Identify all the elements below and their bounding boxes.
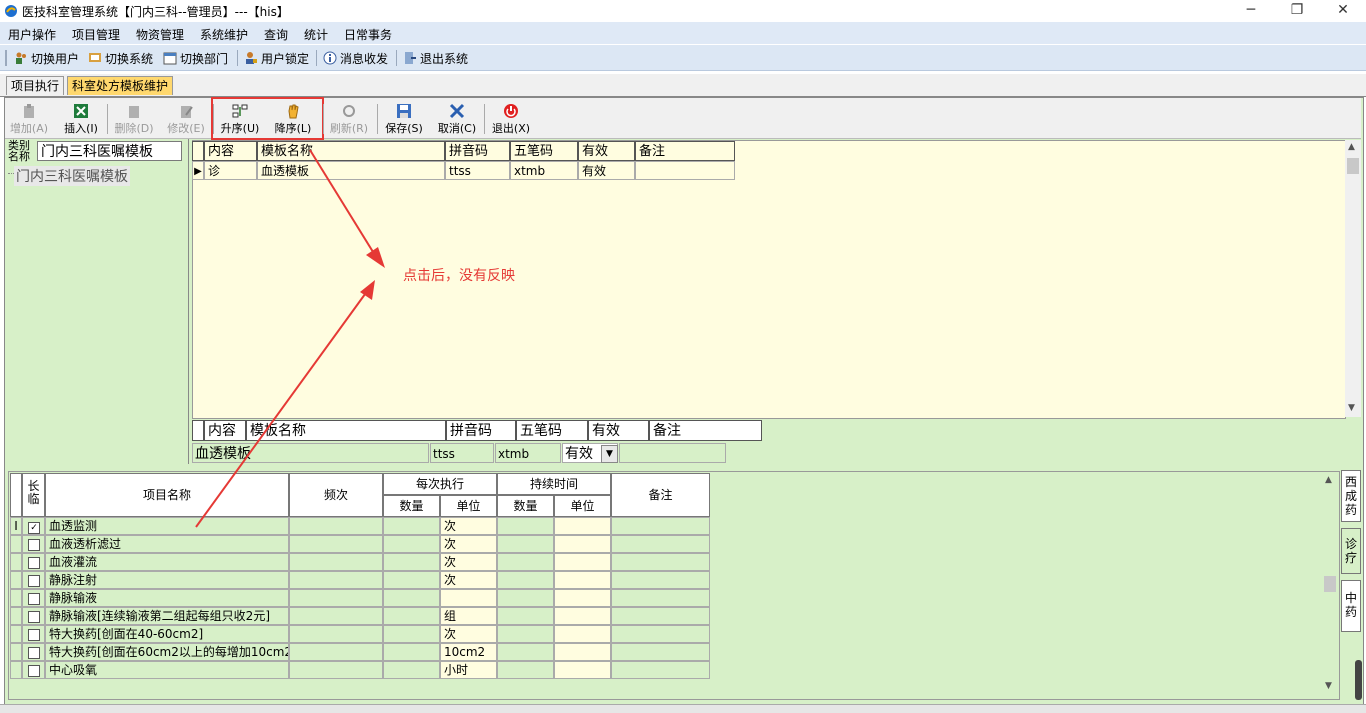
annotation-arrow-line (195, 289, 369, 528)
annotation-text: 点击后，没有反映 (403, 268, 515, 284)
annotation-arrow-line (309, 149, 379, 261)
annotation-arrowhead (366, 247, 385, 268)
annotation-arrows (195, 149, 385, 528)
